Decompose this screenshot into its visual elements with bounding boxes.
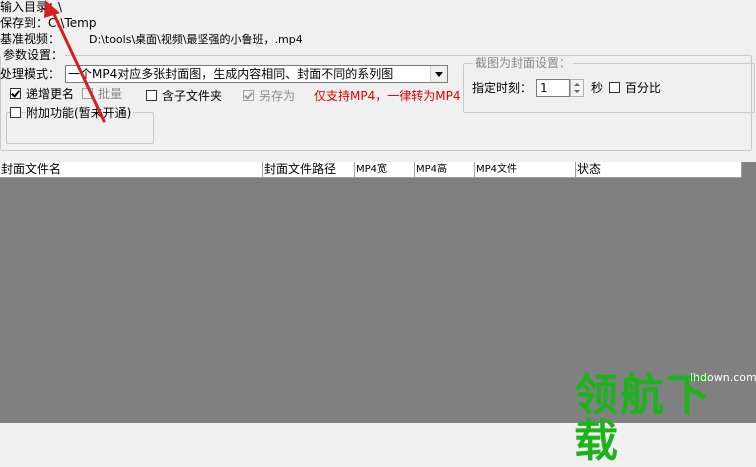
- annotation-arrow: [44, 0, 106, 123]
- watermark-site: lhdown.com: [690, 371, 756, 384]
- watermark-logo: 领航下载: [574, 370, 712, 467]
